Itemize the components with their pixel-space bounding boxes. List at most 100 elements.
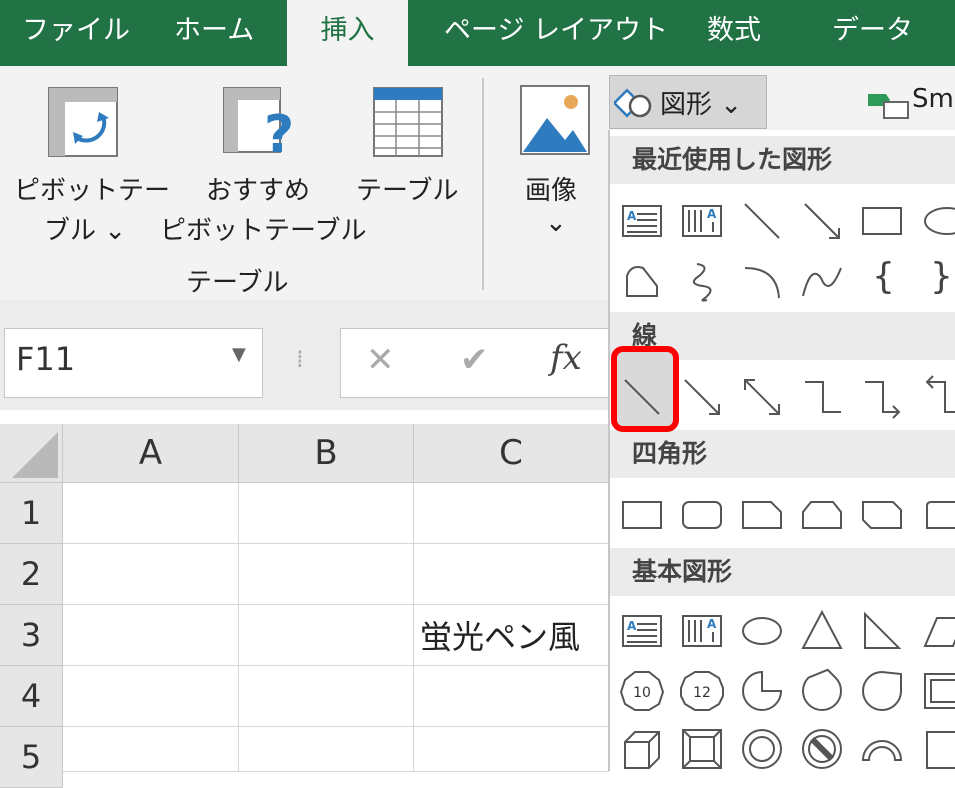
- bevel-shape-icon[interactable]: [677, 724, 727, 774]
- pie-shape-icon[interactable]: [737, 666, 787, 716]
- group-label-tables: テーブル: [186, 268, 289, 298]
- cell-a2[interactable]: [63, 544, 239, 605]
- cell-c5[interactable]: [414, 727, 609, 772]
- freeform-shape-icon[interactable]: [617, 256, 667, 306]
- image-caret[interactable]: ⌄: [545, 208, 567, 238]
- column-header-b[interactable]: B: [239, 424, 414, 483]
- image-label[interactable]: 画像: [525, 170, 577, 207]
- tab-page-layout[interactable]: ページ レイアウト: [444, 0, 668, 66]
- pivot-table-label-2[interactable]: ブル ⌄: [44, 210, 126, 247]
- cell-a4[interactable]: [63, 666, 239, 727]
- row-header-4[interactable]: 4: [0, 666, 63, 727]
- svg-text:A: A: [627, 619, 637, 633]
- left-brace-shape-icon[interactable]: {: [872, 256, 895, 297]
- round-corner-rect-shape-icon[interactable]: [917, 490, 955, 540]
- pivot-table-label-1[interactable]: ピボットテー: [14, 170, 170, 207]
- arrow-shape-icon[interactable]: [797, 196, 847, 246]
- cell-b2[interactable]: [239, 544, 414, 605]
- svg-text:A: A: [627, 209, 637, 223]
- scribble-shape-icon[interactable]: [677, 256, 727, 306]
- parallelogram-shape-icon[interactable]: [917, 606, 955, 656]
- basic-vertical-textbox-shape-icon[interactable]: A: [677, 606, 727, 656]
- column-header-a[interactable]: A: [63, 424, 239, 483]
- triangle-shape-icon[interactable]: [797, 606, 847, 656]
- rounded-rect-shape-icon[interactable]: [677, 490, 727, 540]
- cell-b4[interactable]: [239, 666, 414, 727]
- tab-data[interactable]: データ: [832, 0, 913, 66]
- rect-shape-icon[interactable]: [617, 490, 667, 540]
- cell-b3[interactable]: [239, 605, 414, 666]
- cell-c2[interactable]: [414, 544, 609, 605]
- folded-corner-shape-icon[interactable]: [917, 724, 955, 774]
- smartart-label[interactable]: Sm: [912, 84, 954, 114]
- enter-button[interactable]: ✔: [460, 340, 489, 380]
- textbox-shape-icon[interactable]: A: [617, 196, 667, 246]
- right-triangle-shape-icon[interactable]: [857, 606, 907, 656]
- tab-file[interactable]: ファイル: [22, 0, 130, 66]
- recommended-pivot-icon[interactable]: ?: [222, 86, 300, 165]
- snip-corner-rect-shape-icon[interactable]: [737, 490, 787, 540]
- right-brace-shape-icon[interactable]: }: [930, 256, 953, 297]
- table-label[interactable]: テーブル: [356, 170, 458, 207]
- shapes-icon: [612, 82, 654, 122]
- cell-c1[interactable]: [414, 483, 609, 544]
- chord-shape-icon[interactable]: [857, 666, 907, 716]
- arc-shape-icon[interactable]: [737, 256, 787, 306]
- tab-insert[interactable]: 挿入: [287, 0, 408, 66]
- recommended-pivot-label-2[interactable]: ピボットテーブル: [160, 210, 366, 247]
- dodecagon-label: 12: [693, 685, 711, 701]
- group-divider: [482, 78, 484, 290]
- svg-text:A: A: [707, 207, 717, 221]
- insert-function-button[interactable]: fx: [550, 338, 582, 378]
- curve-shape-icon[interactable]: [797, 256, 847, 306]
- shapes-button-label[interactable]: 図形 ⌄: [660, 84, 742, 121]
- elbow-double-arrow-connector-shape-icon[interactable]: [917, 372, 955, 422]
- smartart-icon[interactable]: [866, 88, 910, 120]
- cell-b5[interactable]: [239, 727, 414, 772]
- donut-shape-icon[interactable]: [737, 724, 787, 774]
- recommended-pivot-label-1[interactable]: おすすめ: [206, 170, 310, 207]
- tab-home[interactable]: ホーム: [174, 0, 254, 66]
- rectangle-shape-icon[interactable]: [857, 196, 907, 246]
- elbow-arrow-connector-shape-icon[interactable]: [857, 372, 907, 422]
- double-arrow-shape-icon[interactable]: [737, 372, 787, 422]
- tab-formulas[interactable]: 数式: [707, 0, 761, 66]
- row-header-2[interactable]: 2: [0, 544, 63, 605]
- column-header-c[interactable]: C: [414, 424, 609, 483]
- cube-shape-icon[interactable]: [617, 724, 667, 774]
- decagon-label: 10: [633, 685, 651, 701]
- cell-a1[interactable]: [63, 483, 239, 544]
- row-header-1[interactable]: 1: [0, 483, 63, 544]
- cell-c3-value: 蛍光ペン風: [420, 618, 581, 656]
- no-symbol-shape-icon[interactable]: [797, 724, 847, 774]
- elbow-connector-shape-icon[interactable]: [797, 372, 847, 422]
- basic-textbox-shape-icon[interactable]: A: [617, 606, 667, 656]
- cancel-button[interactable]: ✕: [366, 340, 395, 380]
- line-arrow-shape-icon[interactable]: [677, 372, 727, 422]
- row-header-5[interactable]: 5: [0, 727, 63, 788]
- cell-c4[interactable]: [414, 666, 609, 727]
- oval-shape-icon[interactable]: [917, 196, 955, 246]
- block-arc-shape-icon[interactable]: [857, 724, 907, 774]
- image-icon[interactable]: [519, 84, 591, 156]
- cell-b1[interactable]: [239, 483, 414, 544]
- cell-a3[interactable]: [63, 605, 239, 666]
- cell-a5[interactable]: [63, 727, 239, 772]
- pivot-table-icon[interactable]: [47, 86, 119, 158]
- decagon-shape-icon[interactable]: 10: [617, 666, 667, 716]
- snip-same-side-rect-shape-icon[interactable]: [797, 490, 847, 540]
- ellipse-shape-icon[interactable]: [737, 606, 787, 656]
- svg-text:A: A: [707, 617, 717, 631]
- line-shape-icon[interactable]: [737, 196, 787, 246]
- snip-diagonal-rect-shape-icon[interactable]: [857, 490, 907, 540]
- name-box-dropdown-icon[interactable]: ▼: [232, 344, 246, 365]
- splitter-dots-icon[interactable]: ⁞: [296, 345, 304, 373]
- teardrop-shape-icon[interactable]: [797, 666, 847, 716]
- dodecagon-shape-icon[interactable]: 12: [677, 666, 727, 716]
- section-recent-shapes: 最近使用した図形: [610, 136, 955, 184]
- frame-shape-icon[interactable]: [917, 666, 955, 716]
- vertical-textbox-shape-icon[interactable]: A: [677, 196, 727, 246]
- select-all-corner[interactable]: [0, 424, 63, 483]
- table-icon[interactable]: [372, 86, 444, 158]
- row-header-3[interactable]: 3: [0, 605, 63, 666]
